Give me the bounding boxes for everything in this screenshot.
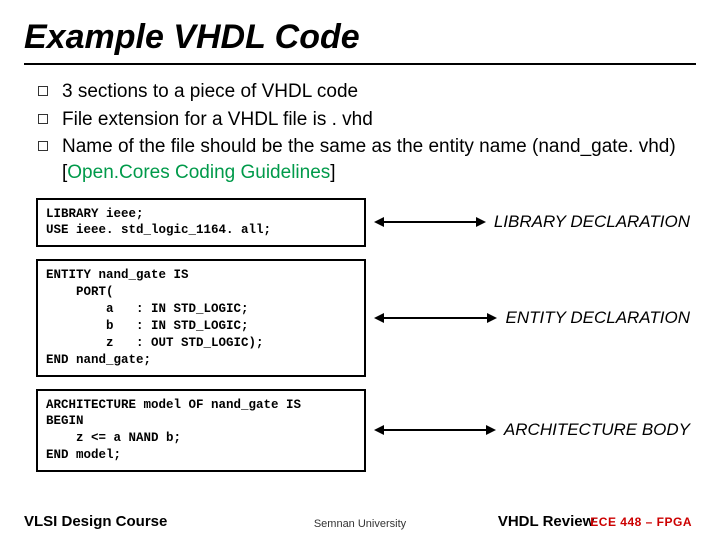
footer-topic: VHDL ReviewECE 448 – FPGA bbox=[472, 513, 696, 530]
section-architecture: ARCHITECTURE model OF nand_gate IS BEGIN… bbox=[36, 389, 696, 473]
bullet-text: Name of the file should be the same as t… bbox=[62, 134, 690, 185]
footer-course: VLSI Design Course bbox=[24, 513, 248, 530]
bullet-text: 3 sections to a piece of VHDL code bbox=[62, 79, 690, 105]
title-underline bbox=[24, 63, 696, 65]
double-arrow-icon bbox=[374, 418, 496, 442]
code-block-library: LIBRARY ieee; USE ieee. std_logic_1164. … bbox=[36, 198, 366, 248]
bullet-list: 3 sections to a piece of VHDL code File … bbox=[38, 79, 690, 186]
double-arrow-icon bbox=[374, 306, 497, 330]
section-library: LIBRARY ieee; USE ieee. std_logic_1164. … bbox=[36, 198, 696, 248]
square-bullet-icon bbox=[38, 86, 48, 96]
code-sections: LIBRARY ieee; USE ieee. std_logic_1164. … bbox=[36, 198, 696, 473]
slide-title: Example VHDL Code bbox=[0, 0, 720, 63]
list-item: 3 sections to a piece of VHDL code bbox=[38, 79, 690, 105]
label-library: LIBRARY DECLARATION bbox=[494, 212, 696, 232]
footer-topic-main: VHDL Review bbox=[498, 513, 594, 530]
list-item: File extension for a VHDL file is . vhd bbox=[38, 107, 690, 133]
square-bullet-icon bbox=[38, 141, 48, 151]
label-architecture: ARCHITECTURE BODY bbox=[504, 420, 696, 440]
section-entity: ENTITY nand_gate IS PORT( a : IN STD_LOG… bbox=[36, 259, 696, 376]
code-block-architecture: ARCHITECTURE model OF nand_gate IS BEGIN… bbox=[36, 389, 366, 473]
square-bullet-icon bbox=[38, 114, 48, 124]
double-arrow-icon bbox=[374, 210, 486, 234]
bullet-text-part: ] bbox=[330, 162, 335, 183]
footer-topic-sub: ECE 448 – FPGA bbox=[590, 515, 692, 529]
bullet-link-text: Open.Cores Coding Guidelines bbox=[67, 162, 330, 183]
bullet-text: File extension for a VHDL file is . vhd bbox=[62, 107, 690, 133]
code-block-entity: ENTITY nand_gate IS PORT( a : IN STD_LOG… bbox=[36, 259, 366, 376]
list-item: Name of the file should be the same as t… bbox=[38, 134, 690, 185]
footer-university: Semnan University bbox=[248, 518, 472, 530]
label-entity: ENTITY DECLARATION bbox=[505, 308, 696, 328]
slide-footer: VLSI Design Course Semnan University VHD… bbox=[0, 513, 720, 530]
